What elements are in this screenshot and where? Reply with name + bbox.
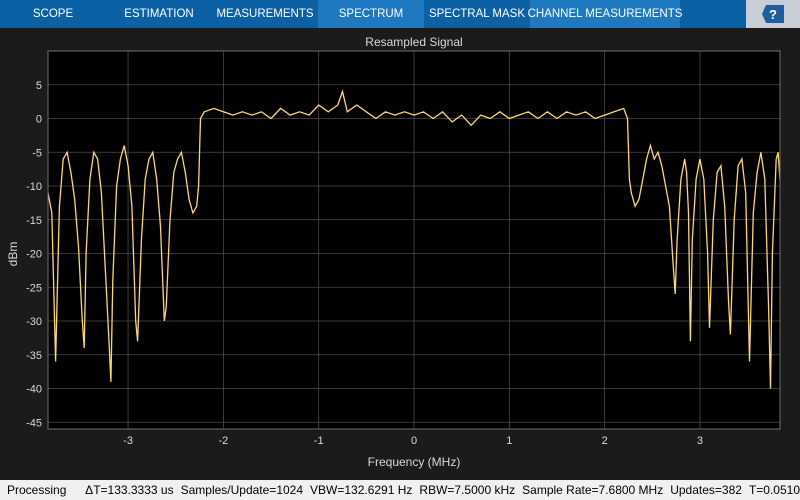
status-sample-rate: Sample Rate=7.6800 MHz (522, 483, 664, 497)
status-rbw: RBW=7.5000 kHz (419, 483, 516, 497)
y-tick-labels: 5 0 -5 -10 -15 -20 -25 -30 -35 -40 -45 (26, 80, 42, 430)
y-tick-label: -5 (32, 147, 42, 159)
help-icon[interactable]: ? (762, 5, 784, 23)
x-tick-label: 0 (411, 435, 417, 447)
y-tick-label: 5 (36, 80, 42, 92)
tab-spectrum[interactable]: SPECTRUM (318, 0, 424, 28)
x-tick-label: -3 (123, 435, 133, 447)
status-state: Processing (7, 483, 67, 497)
x-tick-label: -1 (314, 435, 324, 447)
y-tick-label: -15 (26, 215, 42, 227)
y-tick-label: -40 (26, 384, 42, 396)
x-tick-label: 2 (602, 435, 608, 447)
x-tick-labels: -3 -2 -1 0 1 2 3 (123, 435, 703, 447)
status-bar: Processing ΔT=133.3333 us Samples/Update… (0, 480, 800, 500)
x-axis-label: Frequency (MHz) (368, 455, 461, 469)
tab-scope[interactable]: SCOPE (0, 0, 106, 28)
x-tick-label: 1 (506, 435, 512, 447)
status-vbw: VBW=132.6291 Hz (310, 483, 413, 497)
tab-channel-measurements[interactable]: CHANNEL MEASUREMENTS (528, 0, 682, 28)
help-area: ? (746, 0, 800, 28)
y-tick-label: -25 (26, 282, 42, 294)
y-tick-label: 0 (36, 114, 42, 126)
y-tick-label: -30 (26, 316, 42, 328)
tab-measurements[interactable]: MEASUREMENTS (212, 0, 318, 28)
status-updates: Updates=382 (670, 483, 742, 497)
toolstrip: SCOPE ESTIMATION MEASUREMENTS SPECTRUM S… (0, 0, 800, 28)
x-tick-label: 3 (697, 435, 703, 447)
tab-estimation[interactable]: ESTIMATION (106, 0, 212, 28)
status-samples-per-update: Samples/Update=1024 (180, 483, 304, 497)
y-tick-label: -20 (26, 249, 42, 261)
y-tick-label: -35 (26, 350, 42, 362)
x-tick-label: -2 (218, 435, 228, 447)
tab-spectral-mask[interactable]: SPECTRAL MASK (424, 0, 530, 28)
spectrum-chart[interactable]: Resampled Signal -3 -2 -1 0 1 2 3 50-5-10-15-2… (0, 28, 800, 480)
y-axis-label: dBm (6, 242, 20, 267)
status-time: T=0.0510 (748, 483, 800, 497)
y-tick-label: -10 (26, 181, 42, 193)
status-delta-t: ΔT=133.3333 us (85, 483, 174, 497)
plot-panel: Resampled Signal -3 -2 -1 0 1 2 3 5 0 -5 -10 -15 -2… (0, 28, 800, 480)
y-tick-label: -45 (26, 417, 42, 429)
chart-title: Resampled Signal (365, 35, 462, 49)
